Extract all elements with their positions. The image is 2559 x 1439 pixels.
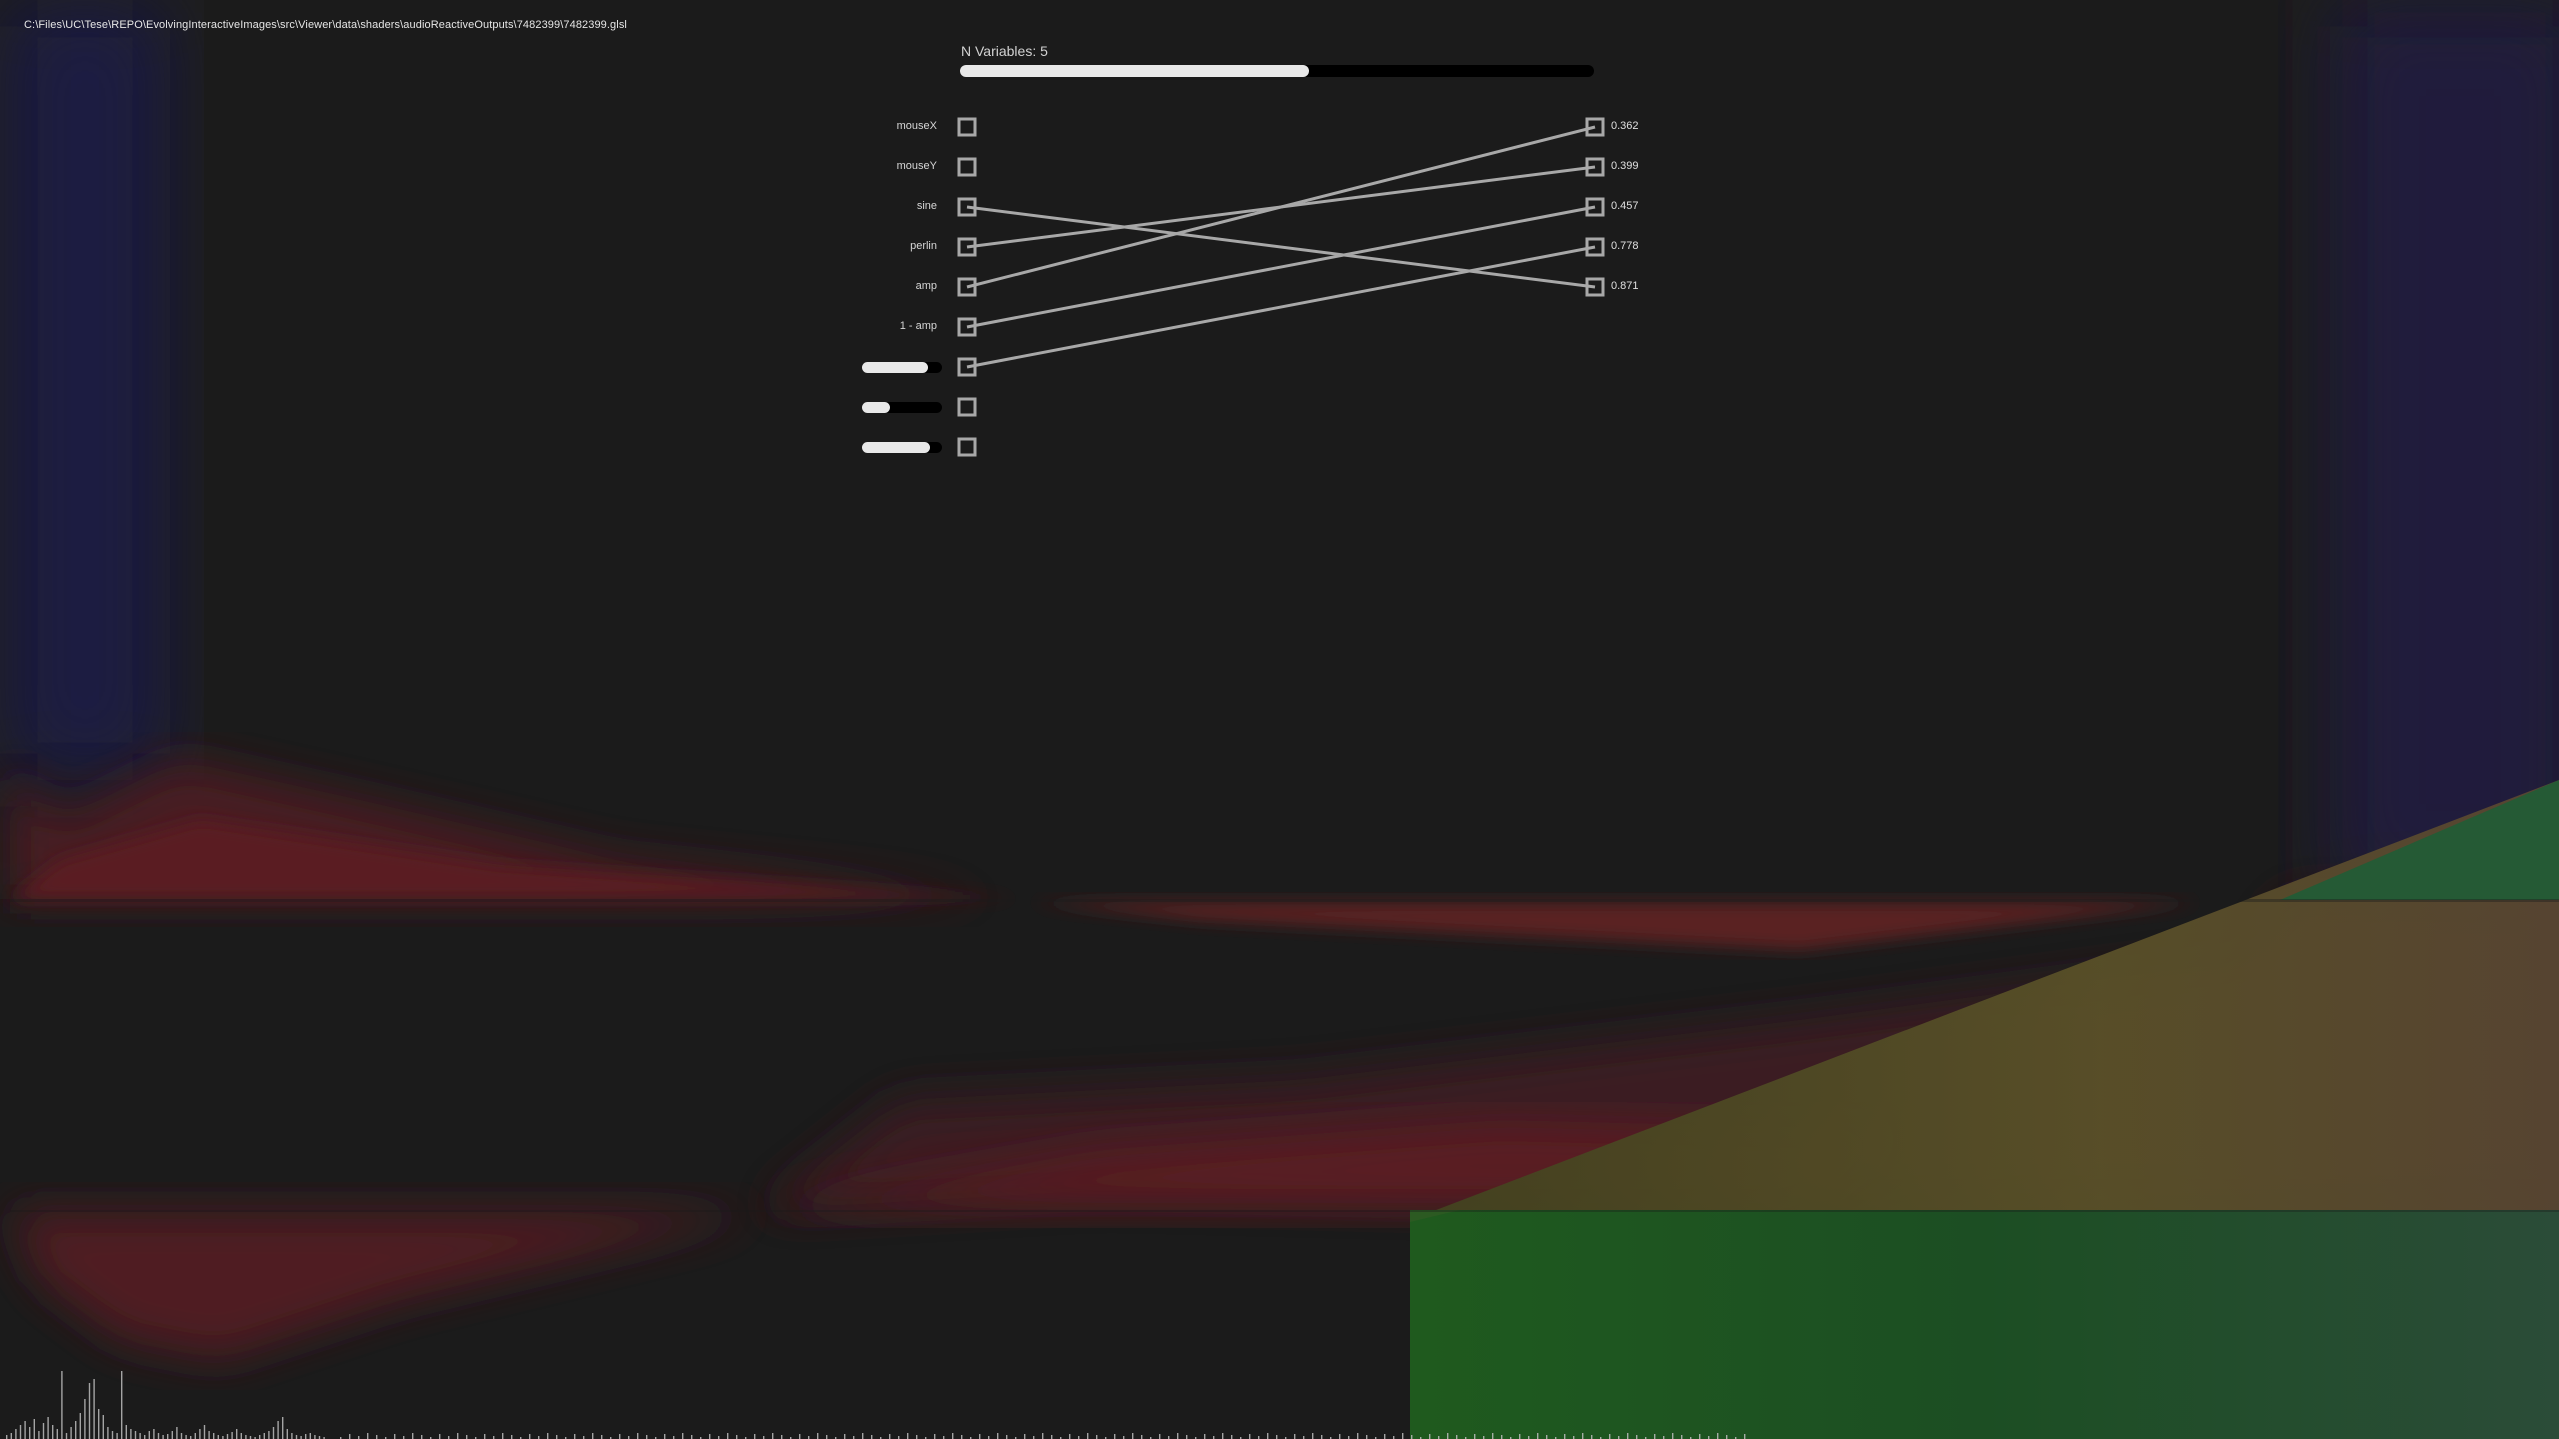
connection-line <box>966 205 1596 329</box>
connection-line <box>966 205 1596 289</box>
connection-line <box>966 245 1596 369</box>
connection-graph <box>957 117 1605 457</box>
input-node-box[interactable] <box>957 157 977 177</box>
input-node-box[interactable] <box>957 117 977 137</box>
input-node-box[interactable] <box>957 397 977 417</box>
connection-line <box>966 125 1596 289</box>
input-node-box[interactable] <box>957 437 977 457</box>
